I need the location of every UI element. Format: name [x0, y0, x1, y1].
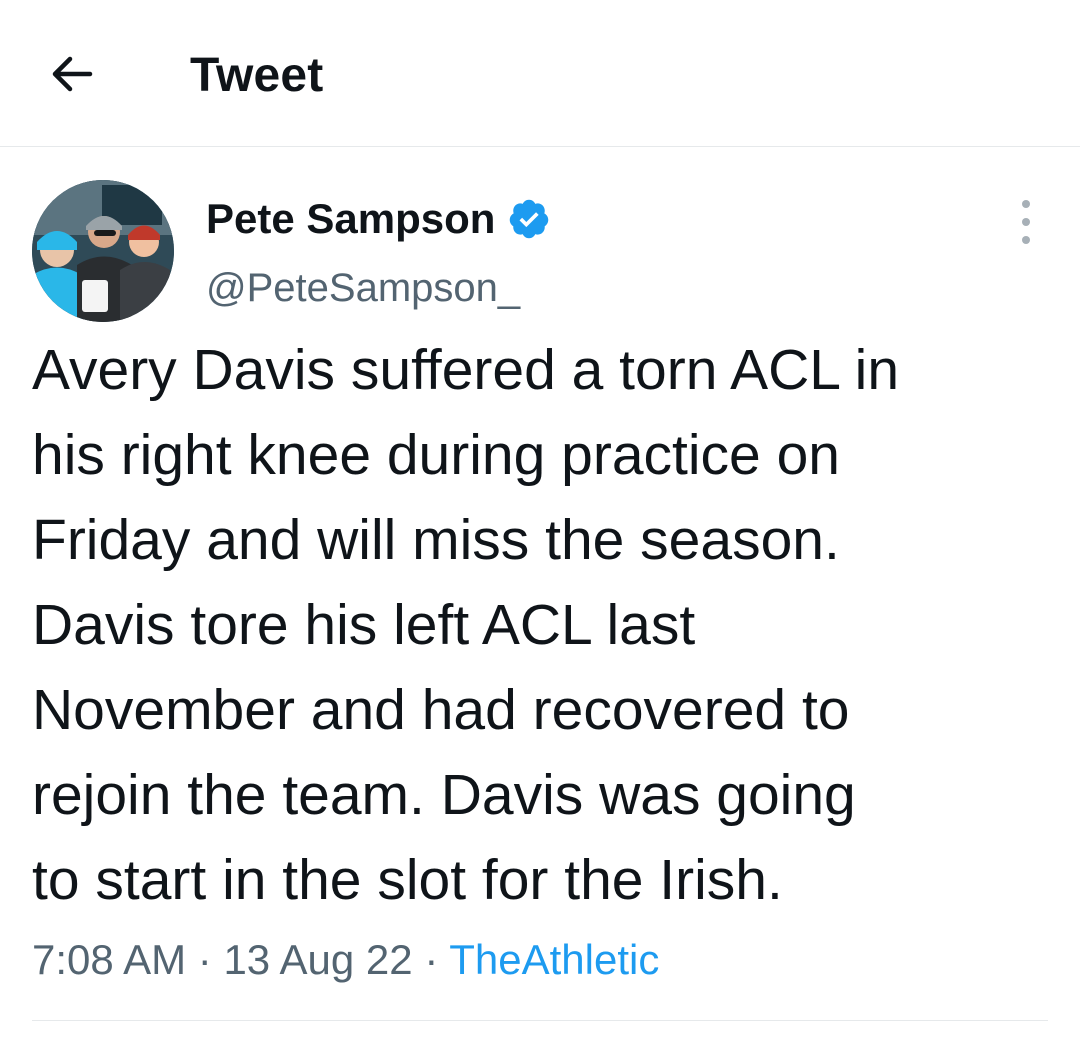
top-bar: Tweet	[0, 0, 1080, 147]
tweet-time[interactable]: 7:08 AM	[32, 936, 186, 983]
avatar[interactable]	[32, 180, 174, 322]
meta-separator: ·	[424, 936, 439, 983]
more-vertical-icon	[1022, 200, 1030, 208]
verified-badge-icon	[510, 199, 549, 239]
arrow-left-icon	[52, 56, 93, 92]
avatar-photo	[32, 180, 174, 322]
author-name-text: Pete Sampson	[206, 195, 496, 242]
back-button[interactable]	[44, 46, 100, 102]
tweet-source-link[interactable]: TheAthletic	[449, 936, 659, 983]
more-options-button[interactable]	[1006, 200, 1046, 244]
meta-separator: ·	[197, 936, 212, 983]
tweet-meta: 7:08 AM · 13 Aug 22 · TheAthletic	[32, 930, 659, 990]
author-name[interactable]: Pete Sampson	[206, 192, 551, 246]
author-handle[interactable]: @PeteSampson_	[206, 262, 520, 314]
page-title: Tweet	[190, 49, 324, 102]
divider	[32, 1020, 1048, 1021]
tweet-text: Avery Davis suffered a torn ACL in his r…	[32, 338, 900, 912]
tweet-date[interactable]: 13 Aug 22	[223, 936, 412, 983]
